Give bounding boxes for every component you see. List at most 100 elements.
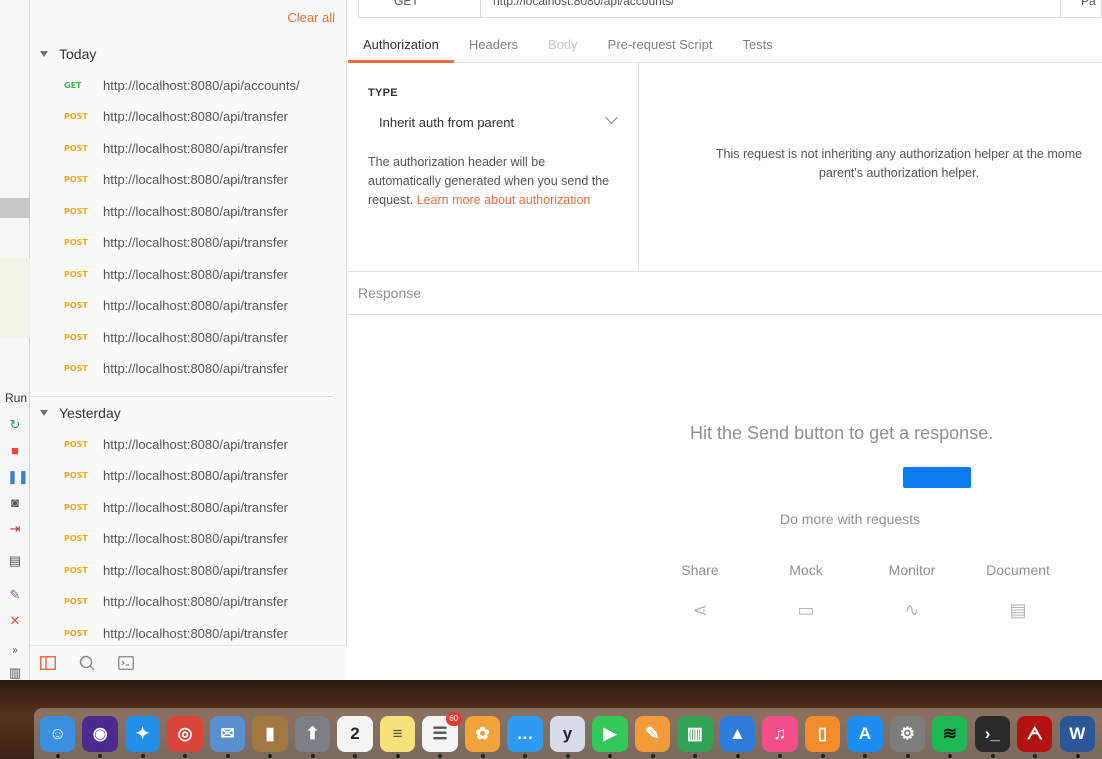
dock-reminders-icon[interactable]: ☰ 60 (422, 711, 462, 758)
history-url: http://localhost:8080/api/transfer (103, 266, 289, 282)
dock-pages-icon[interactable]: ✎ (634, 715, 671, 758)
background-ide-strip: Run ↻ ■ ❚❚ ◙ ⇥ ▤ ✎ ✕ » ▥ (0, 0, 30, 680)
method-select[interactable]: GET (359, 0, 481, 17)
camera-icon[interactable]: ◙ (7, 495, 23, 511)
dock-keynote-icon[interactable]: ▲ (719, 715, 756, 758)
dock-siri-icon[interactable]: ◉ (82, 715, 118, 758)
history-url: http://localhost:8080/api/transfer (103, 594, 289, 609)
tab-body[interactable]: Body (533, 30, 593, 63)
dock-books-icon[interactable]: ▯ (804, 715, 841, 758)
history-item[interactable]: POST http://localhost:8080/api/transfer (30, 196, 347, 226)
dock-system-preferences-icon[interactable]: ⚙ (889, 715, 925, 758)
find-icon[interactable] (77, 653, 97, 673)
dock-acrobat-icon[interactable]: ᗅ (1017, 715, 1053, 758)
tab-pre-request-script[interactable]: Pre-request Script (593, 30, 728, 63)
dock-notes-icon[interactable]: ≡ (379, 715, 416, 758)
tab-tests[interactable]: Tests (727, 30, 787, 63)
history-item[interactable]: GET http://localhost:8080/api/accounts/ (30, 70, 347, 100)
feature-share[interactable]: Share ⋖ (650, 562, 750, 622)
dock-spotify-icon[interactable]: ≋ (932, 715, 968, 758)
dock-calendar-icon[interactable]: 2 (337, 715, 373, 758)
request-main-panel: GET http://localhost:8080/api/accounts/ … (348, 0, 1102, 680)
history-item[interactable]: POST http://localhost:8080/api/transfer (30, 291, 347, 321)
history-item[interactable]: POST http://localhost:8080/api/transfer (30, 102, 347, 132)
share-icon: ⋖ (692, 599, 708, 620)
history-group-header[interactable]: Yesterday (30, 401, 347, 425)
dock-glyph: ◎ (177, 723, 193, 743)
dock-terminal-icon[interactable]: ›_ (974, 715, 1010, 758)
history-item[interactable]: POST http://localhost:8080/api/transfer (30, 524, 347, 554)
history-item[interactable]: POST http://localhost:8080/api/transfer (30, 618, 347, 648)
feature-monitor[interactable]: Monitor ∿ (862, 562, 962, 622)
dock-photos-icon[interactable]: ✿ (464, 715, 501, 758)
dock-notes-book-icon[interactable]: ▮ (252, 715, 288, 758)
close-icon[interactable]: ✕ (7, 613, 23, 629)
more-icon[interactable]: » (7, 643, 23, 659)
dock-yoink-icon[interactable]: y (549, 715, 586, 758)
history-item[interactable]: POST http://localhost:8080/api/transfer (30, 259, 347, 289)
history-item[interactable]: POST http://localhost:8080/api/transfer (30, 555, 347, 585)
history-item[interactable]: POST http://localhost:8080/api/transfer (30, 133, 347, 163)
console-icon[interactable] (116, 653, 136, 673)
layout-icon[interactable]: ▤ (7, 553, 23, 569)
tab-authorization[interactable]: Authorization (348, 30, 454, 63)
method-badge: POST (64, 439, 88, 449)
dock-messages-icon[interactable]: … (507, 715, 543, 758)
dock-safari-icon[interactable]: ✦ (124, 715, 161, 758)
document-icon: ▤ (1009, 599, 1027, 620)
history-group-label: Yesterday (59, 405, 121, 421)
request-url-input[interactable]: http://localhost:8080/api/accounts/ (481, 0, 1061, 17)
method-badge: GET (64, 80, 82, 90)
running-indicator (438, 753, 443, 758)
history-item[interactable]: POST http://localhost:8080/api/transfer (30, 492, 347, 522)
dock-launchpad-icon[interactable]: ⬆ (294, 715, 331, 758)
history-url: http://localhost:8080/api/transfer (103, 562, 289, 578)
history-group-label: Today (59, 46, 97, 62)
learn-more-link[interactable]: Learn more about authorization (417, 193, 591, 207)
history-group-header[interactable]: Today (30, 42, 347, 66)
history-item[interactable]: POST http://localhost:8080/api/transfer (30, 354, 347, 384)
running-indicator (778, 753, 783, 758)
history-item[interactable]: POST http://localhost:8080/api/transfer (30, 461, 347, 491)
history-item[interactable]: POST http://localhost:8080/api/transfer (30, 165, 347, 195)
pin-icon[interactable]: ✎ (7, 587, 23, 603)
exit-icon[interactable]: ⇥ (7, 521, 23, 537)
send-button[interactable] (903, 467, 971, 488)
feature-document[interactable]: Document ▤ (968, 562, 1068, 622)
dock-finder-icon[interactable]: ☺ (40, 715, 76, 758)
running-indicator (310, 753, 315, 758)
method-badge: POST (64, 332, 88, 342)
history-item[interactable]: POST http://localhost:8080/api/transfer (30, 228, 347, 258)
pause-icon[interactable]: ❚❚ (7, 469, 29, 485)
feature-mock[interactable]: Mock ▭ (756, 562, 856, 622)
clear-all-link[interactable]: Clear all (287, 10, 335, 25)
method-badge: POST (64, 628, 88, 638)
running-indicator (905, 753, 910, 758)
dock-mail-icon[interactable]: ✉ (209, 715, 246, 758)
tab-headers[interactable]: Headers (454, 30, 533, 63)
params-button[interactable]: Pa (1061, 0, 1101, 17)
do-more-text: Do more with requests (780, 511, 921, 527)
ide-panel-icon[interactable]: ▥ (7, 665, 23, 681)
method-badge: POST (64, 565, 88, 575)
toggle-sidebar-icon[interactable] (38, 653, 58, 673)
dock-app-store-icon[interactable]: A (847, 715, 883, 758)
history-item[interactable]: POST http://localhost:8080/api/transfer (30, 587, 347, 617)
stop-icon[interactable]: ■ (7, 443, 23, 459)
auth-type-select[interactable]: Inherit auth from parent (368, 111, 620, 133)
running-indicator (140, 753, 145, 758)
history-item[interactable]: POST http://localhost:8080/api/transfer (30, 429, 347, 459)
running-indicator (1075, 753, 1080, 758)
dock-facetime-icon[interactable]: ▶ (592, 715, 628, 758)
sidebar-footer (30, 645, 347, 680)
dock-itunes-icon[interactable]: ♫ (762, 715, 798, 758)
running-indicator (1033, 753, 1038, 758)
history-item[interactable]: POST http://localhost:8080/api/transfer (30, 322, 347, 352)
running-indicator (735, 753, 740, 758)
dock-glyph: ›_ (984, 723, 1000, 743)
dock-numbers-icon[interactable]: ▥ (677, 715, 713, 758)
dock-word-icon[interactable]: W (1059, 715, 1095, 758)
dock-chrome-icon[interactable]: ◎ (167, 715, 203, 758)
rerun-icon[interactable]: ↻ (7, 417, 23, 433)
history-url: http://localhost:8080/api/transfer (103, 109, 289, 124)
